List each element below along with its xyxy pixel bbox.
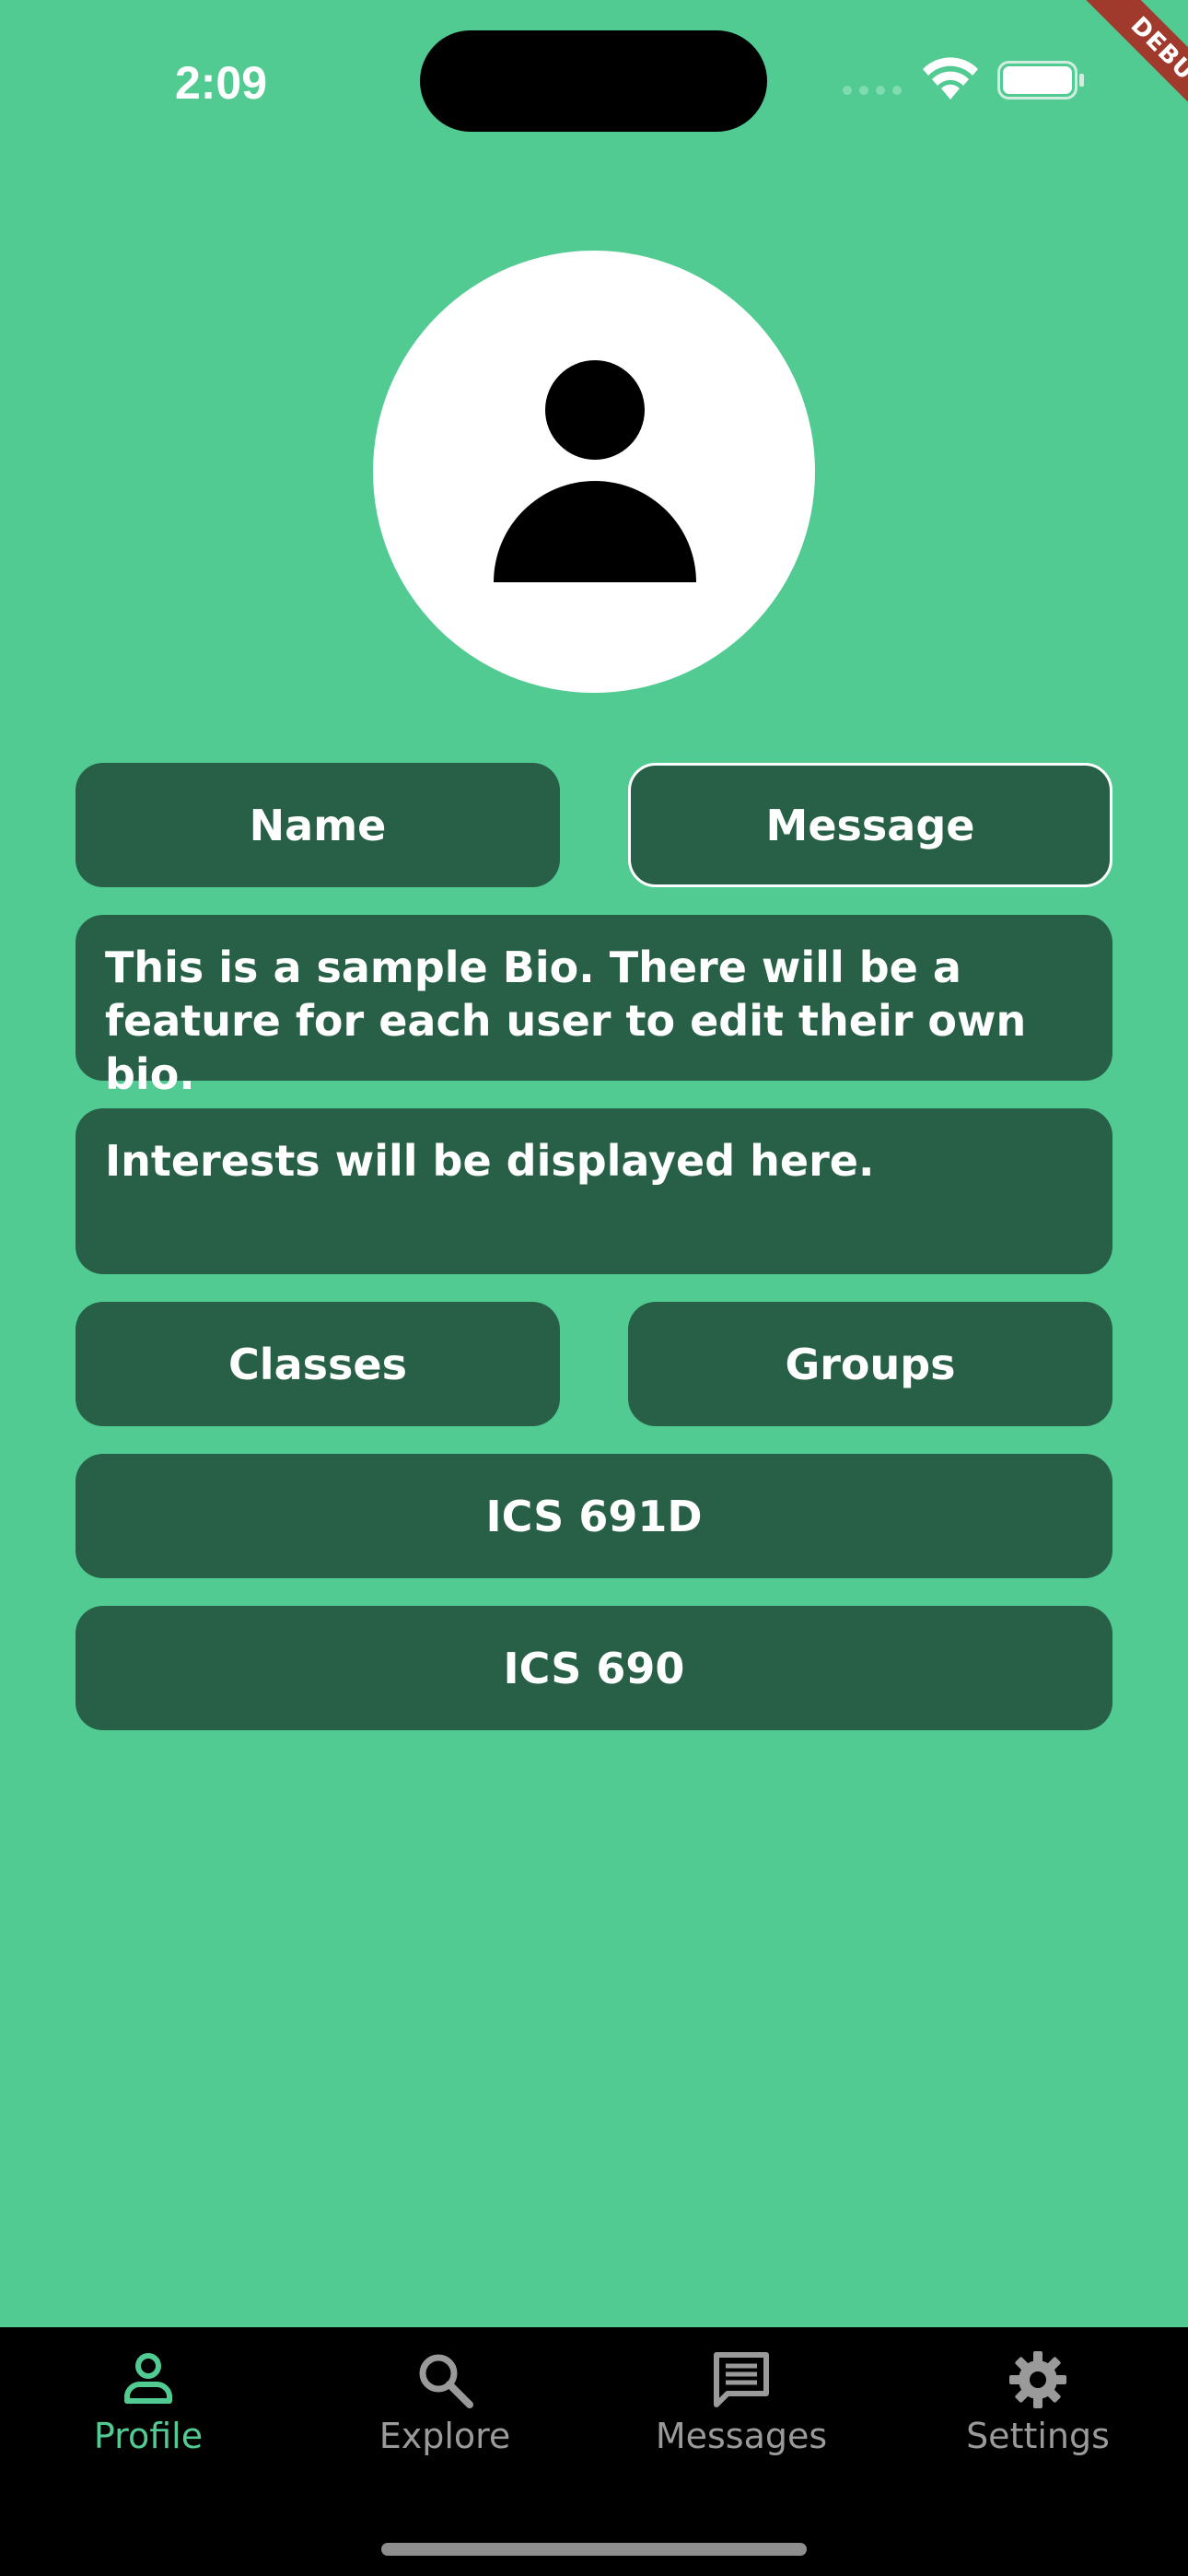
wifi-icon [923,57,978,100]
debug-label: DEBUG [1071,0,1188,155]
person-icon [494,360,696,582]
bio-card: This is a sample Bio. There will be a fe… [76,915,1112,1099]
name-button[interactable]: Name [76,763,560,887]
classes-button[interactable]: Classes [76,1302,560,1426]
nav-label: Messages [655,2416,828,2456]
class-item[interactable]: ICS 691D [76,1454,1112,1578]
nav-label: Settings [966,2416,1110,2456]
debug-banner: DEBUG [1022,0,1188,166]
status-time: 2:09 [174,57,268,109]
nav-label: Explore [379,2416,511,2456]
class-item[interactable]: ICS 690 [76,1606,1112,1730]
dynamic-island [420,30,767,132]
home-indicator [381,2543,807,2556]
search-icon [419,2354,473,2408]
nav-item-messages[interactable]: Messages [593,2349,890,2478]
groups-button[interactable]: Groups [628,1302,1112,1426]
nav-label: Profile [93,2416,204,2456]
message-button[interactable]: Message [628,763,1112,887]
nav-item-profile[interactable]: Profile [0,2349,297,2478]
nav-item-explore[interactable]: Explore [297,2349,593,2478]
person-icon [124,2353,172,2404]
gear-icon [1009,2351,1066,2408]
cellular-signal-icon [843,86,902,95]
nav-item-settings[interactable]: Settings [890,2349,1186,2478]
interests-card: Interests will be displayed here. [76,1108,1112,1274]
message-icon [714,2352,769,2407]
